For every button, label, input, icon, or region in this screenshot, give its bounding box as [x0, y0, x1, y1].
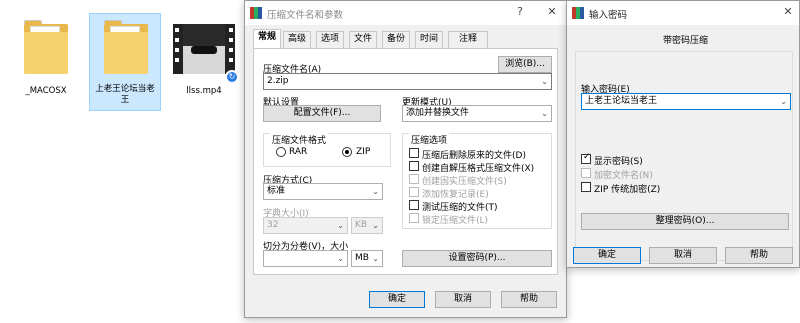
desktop-folder-laowang[interactable]: 上老王论坛当老王 — [89, 13, 161, 111]
format-zip-radio[interactable] — [342, 147, 352, 157]
opt-test-label: 测试压缩的文件(T) — [422, 203, 498, 213]
tab-files[interactable]: 文件 — [349, 31, 377, 48]
file-label: 上老王论坛当老王 — [95, 84, 155, 105]
sync-badge-icon: ↻ — [225, 70, 239, 84]
chevron-down-icon: ⌄ — [372, 254, 379, 263]
folder-icon — [24, 20, 68, 74]
dialog-titlebar: 压缩文件名和参数 ? ✕ — [245, 1, 566, 25]
tab-time[interactable]: 时间 — [415, 31, 443, 48]
format-zip-label: ZIP — [356, 147, 371, 157]
pwd-ok-button[interactable]: 确定 — [573, 247, 641, 264]
show-password-checkbox[interactable] — [581, 152, 591, 164]
encrypt-names-label: 加密文件名(N) — [594, 171, 653, 181]
method-select[interactable]: 标准 ⌄ — [263, 183, 383, 200]
opt-sfx-label: 创建自解压格式压缩文件(X) — [422, 164, 535, 174]
general-panel: 压缩文件名(A) 浏览(B)... 2.zip ⌄ 默认设置 配置文件(F)...… — [253, 48, 558, 275]
update-mode-select[interactable]: 添加并替换文件 ⌄ — [402, 105, 552, 122]
password-value: 上老王论坛当老王 — [585, 96, 658, 106]
update-mode-value: 添加并替换文件 — [406, 108, 470, 118]
close-icon[interactable]: ✕ — [781, 5, 795, 18]
folder-icon — [104, 20, 148, 74]
format-group: 压缩文件格式 RAR ZIP — [263, 133, 391, 167]
opt-solid-checkbox — [409, 174, 419, 184]
pwd-header: 带密码压缩 — [663, 36, 709, 46]
tab-comment[interactable]: 注释 — [448, 31, 488, 48]
opt-delete-label: 压缩后删除原来的文件(D) — [422, 151, 526, 161]
pwd-help-button[interactable]: 帮助 — [725, 247, 793, 264]
opt-recovery-label: 添加恢复记录(E) — [422, 190, 489, 200]
dict-select: 32 ⌄ — [263, 217, 348, 234]
chevron-down-icon: ⌄ — [337, 254, 344, 263]
split-unit-value: MB — [355, 253, 369, 263]
opt-lock-label: 锁定压缩文件(L) — [422, 216, 489, 226]
help-icon[interactable]: ? — [513, 5, 527, 18]
browse-button[interactable]: 浏览(B)... — [498, 56, 552, 73]
split-size-select[interactable]: ⌄ — [263, 250, 348, 267]
password-field[interactable]: 上老王论坛当老王 ⌄ — [581, 93, 791, 110]
chevron-down-icon: ⌄ — [780, 97, 787, 106]
format-rar-label: RAR — [289, 147, 308, 157]
show-password-label: 显示密码(S) — [594, 157, 643, 167]
password-dialog: 输入密码 ✕ 带密码压缩 输入密码(E) 上老王论坛当老王⌄ 显示密码(S) 加… — [566, 0, 800, 268]
chevron-down-icon: ⌄ — [541, 109, 548, 118]
format-group-label: 压缩文件格式 — [270, 133, 329, 146]
options-group-label: 压缩选项 — [409, 133, 450, 146]
desktop-file-macosx[interactable]: _MACOSX — [10, 14, 82, 112]
encrypt-names-checkbox — [581, 168, 591, 178]
pwd-titlebar: 输入密码 ✕ — [567, 1, 799, 25]
dialog-title: 压缩文件名和参数 — [267, 10, 344, 21]
close-icon[interactable]: ✕ — [545, 5, 559, 18]
tab-options[interactable]: 选项 — [316, 31, 344, 48]
tab-backup[interactable]: 备份 — [382, 31, 410, 48]
video-thumbnail — [173, 24, 235, 74]
chevron-down-icon: ⌄ — [372, 187, 379, 196]
dict-unit-select: KB ⌄ — [351, 217, 383, 234]
file-label: llss.mp4 — [186, 86, 222, 96]
cancel-button[interactable]: 取消 — [435, 291, 491, 308]
ok-button[interactable]: 确定 — [369, 291, 425, 308]
chevron-down-icon: ⌄ — [541, 77, 548, 86]
opt-delete-checkbox[interactable] — [409, 148, 419, 158]
archive-name-field[interactable]: 2.zip ⌄ — [263, 73, 552, 90]
pwd-cancel-button[interactable]: 取消 — [649, 247, 717, 264]
archive-name-value: 2.zip — [267, 76, 289, 86]
tab-general[interactable]: 常规 — [253, 29, 281, 49]
organize-passwords-button[interactable]: 整理密码(O)... — [581, 213, 789, 230]
zip-legacy-label: ZIP 传统加密(Z) — [594, 185, 661, 195]
pwd-panel: 带密码压缩 输入密码(E) 上老王论坛当老王⌄ 显示密码(S) 加密文件名(N)… — [575, 29, 793, 261]
chevron-down-icon: ⌄ — [372, 221, 379, 230]
dict-unit-value: KB — [355, 220, 368, 230]
method-value: 标准 — [267, 186, 286, 196]
archive-dialog: 压缩文件名和参数 ? ✕ 常规 高级 选项 文件 备份 时间 注释 压缩文件名(… — [244, 0, 567, 318]
chevron-down-icon: ⌄ — [337, 221, 344, 230]
help-button[interactable]: 帮助 — [501, 291, 557, 308]
opt-recovery-checkbox — [409, 187, 419, 197]
opt-sfx-checkbox[interactable] — [409, 161, 419, 171]
options-group: 压缩选项 压缩后删除原来的文件(D) 创建自解压格式压缩文件(X) 创建固实压缩… — [402, 133, 552, 229]
tab-advanced[interactable]: 高级 — [283, 31, 311, 48]
zip-legacy-checkbox[interactable] — [581, 182, 591, 192]
file-label: _MACOSX — [25, 86, 67, 96]
set-password-button[interactable]: 设置密码(P)... — [402, 250, 552, 267]
format-rar-radio[interactable] — [276, 147, 286, 157]
opt-solid-label: 创建固实压缩文件(S) — [422, 177, 507, 187]
desktop-file-llss-mp4[interactable]: ↻ llss.mp4 — [168, 14, 240, 112]
pwd-dialog-title: 输入密码 — [589, 10, 628, 21]
dict-value: 32 — [267, 220, 279, 230]
opt-lock-checkbox — [409, 213, 419, 223]
opt-test-checkbox[interactable] — [409, 200, 419, 210]
split-unit-select[interactable]: MB ⌄ — [351, 250, 383, 267]
profiles-button[interactable]: 配置文件(F)... — [263, 105, 381, 122]
winrar-icon — [572, 7, 584, 19]
winrar-icon — [250, 7, 262, 19]
